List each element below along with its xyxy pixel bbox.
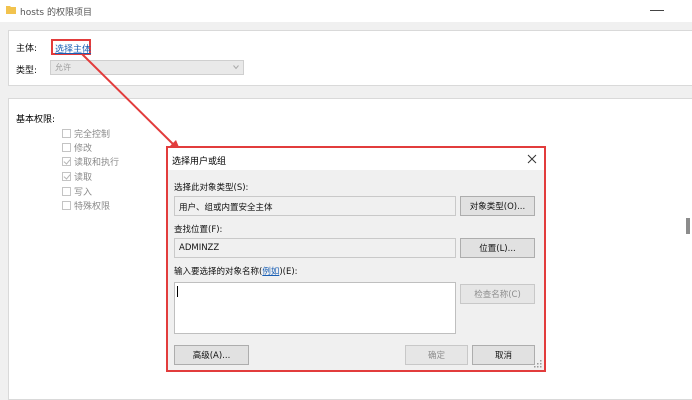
- object-type-label: 选择此对象类型(S):: [174, 183, 249, 193]
- permission-label: 读取: [74, 172, 93, 183]
- close-icon[interactable]: [526, 153, 538, 165]
- permission-checkbox[interactable]: [62, 128, 71, 138]
- object-type-value: 用户、组或内置安全主体: [179, 203, 273, 213]
- permission-label: 特殊权限: [74, 201, 111, 212]
- permission-full-control[interactable]: 完全控制: [62, 127, 111, 140]
- type-select[interactable]: 允许: [50, 60, 244, 75]
- permission-checkbox[interactable]: [62, 186, 71, 196]
- text-caret: [177, 286, 178, 297]
- cancel-button-label[interactable]: 取消: [495, 349, 512, 361]
- folder-icon: [6, 6, 16, 14]
- advanced-button-label[interactable]: 高级(A)...: [193, 349, 231, 361]
- type-select-value: 允许: [55, 63, 71, 72]
- select-principal-link-text[interactable]: 选择主体: [55, 42, 91, 55]
- permission-read-execute[interactable]: 读取和执行: [62, 155, 120, 168]
- ok-button-label[interactable]: 确定: [428, 349, 445, 361]
- location-label: 查找位置(F):: [174, 225, 223, 235]
- permission-write[interactable]: 写入: [62, 185, 93, 198]
- object-type-field: 用户、组或内置安全主体: [174, 196, 456, 216]
- examples-link[interactable]: 例如: [262, 267, 279, 277]
- window-titlebar: hosts 的权限项目: [0, 0, 692, 22]
- permission-modify[interactable]: 修改: [62, 141, 93, 154]
- resize-grip-icon[interactable]: [534, 360, 542, 368]
- select-principal-link[interactable]: 选择主体: [51, 39, 91, 55]
- object-types-button[interactable]: 对象类型(O)...: [460, 196, 535, 216]
- permission-checkbox[interactable]: [62, 200, 71, 210]
- advanced-button[interactable]: 高级(A)...: [174, 345, 249, 365]
- object-types-button-label[interactable]: 对象类型(O)...: [470, 200, 525, 212]
- ok-button[interactable]: 确定: [405, 345, 468, 365]
- permission-read[interactable]: 读取: [62, 170, 93, 183]
- location-field: ADMINZZ: [174, 238, 456, 258]
- object-names-label-prefix: 输入要选择的对象名称(: [174, 267, 263, 277]
- type-label: 类型:: [16, 66, 38, 76]
- permission-special[interactable]: 特殊权限: [62, 199, 111, 212]
- select-users-dialog: 选择用户或组 选择此对象类型(S): 用户、组或内置安全主体 对象类型(O)..…: [166, 146, 546, 372]
- dialog-titlebar: 选择用户或组: [168, 148, 544, 170]
- principal-panel: [8, 30, 692, 86]
- object-names-label: 输入要选择的对象名称(例如)(E):: [174, 265, 298, 277]
- permission-checkbox[interactable]: [62, 171, 71, 181]
- object-names-label-suffix: )(E):: [279, 267, 298, 277]
- permission-label: 修改: [74, 143, 93, 154]
- check-names-button[interactable]: 检查名称(C): [460, 284, 535, 304]
- permission-checkbox[interactable]: [62, 142, 71, 152]
- principal-label: 主体:: [16, 44, 38, 54]
- permission-checkbox[interactable]: [62, 156, 71, 166]
- basic-permissions-title: 基本权限:: [16, 115, 56, 125]
- check-names-button-label[interactable]: 检查名称(C): [474, 288, 521, 300]
- location-value: ADMINZZ: [179, 243, 220, 253]
- locations-button[interactable]: 位置(L)...: [460, 238, 535, 258]
- permission-label: 写入: [74, 187, 93, 198]
- dialog-title: 选择用户或组: [172, 157, 227, 167]
- chevron-down-icon: [233, 65, 239, 70]
- permission-label: 完全控制: [74, 129, 111, 140]
- minimize-button[interactable]: [650, 10, 664, 11]
- scrollbar-thumb[interactable]: [686, 218, 690, 234]
- object-names-input[interactable]: [174, 282, 456, 334]
- cancel-button[interactable]: 取消: [472, 345, 535, 365]
- permission-label: 读取和执行: [74, 157, 120, 168]
- window-title: hosts 的权限项目: [20, 8, 92, 18]
- locations-button-label[interactable]: 位置(L)...: [479, 242, 515, 254]
